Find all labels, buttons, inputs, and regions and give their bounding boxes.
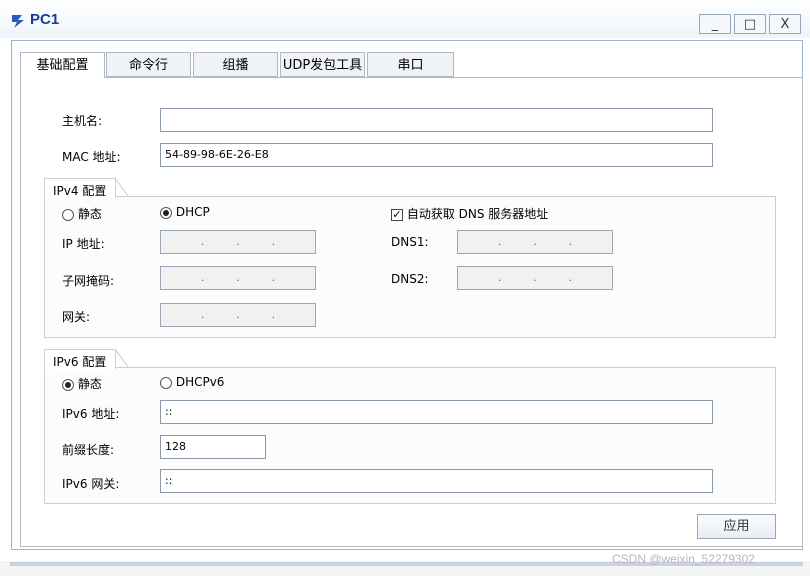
tab-serial-port[interactable]: 串口 [367, 52, 454, 77]
tab-command-line[interactable]: 命令行 [106, 52, 191, 77]
dns1-label: DNS1: [391, 235, 429, 249]
radio-checked-icon [62, 378, 74, 391]
tab-basic-config[interactable]: 基础配置 [20, 52, 105, 78]
auto-dns-label: 自动获取 DNS 服务器地址 [406, 207, 549, 221]
gateway-label: 网关: [62, 310, 91, 324]
dns2-label: DNS2: [391, 272, 429, 286]
ip-dot: . [200, 235, 205, 248]
ip-dot: . [200, 308, 205, 321]
ipv4-static-radio[interactable]: 静态 [62, 205, 102, 222]
ipv6-dhcpv6-radio[interactable]: DHCPv6 [160, 375, 224, 389]
watermark: CSDN @weixin_52279302 [612, 552, 755, 566]
ip-address-input[interactable]: ... [160, 230, 316, 254]
gateway-input[interactable]: ... [160, 303, 316, 327]
mac-address-input[interactable]: 54-89-98-6E-26-E8 [160, 143, 713, 167]
tab-multicast[interactable]: 组播 [193, 52, 278, 77]
ipv6-header-slant [115, 349, 129, 368]
tab-udp-tool[interactable]: UDP发包工具 [280, 52, 365, 77]
ipv6-gateway-label: IPv6 网关: [62, 477, 120, 491]
subnet-mask-input[interactable]: ... [160, 266, 316, 290]
hostname-input[interactable] [160, 108, 713, 132]
ip-dot: . [497, 271, 502, 284]
ipv6-static-label: 静态 [77, 377, 102, 391]
ipv6-address-label: IPv6 地址: [62, 407, 120, 421]
active-tab-joint [21, 76, 104, 78]
ip-dot: . [568, 271, 573, 284]
title-bar: PC1 _ □ X [0, 0, 810, 38]
ipv4-group-title: IPv4 配置 [51, 182, 109, 199]
ipv4-dhcp-label: DHCP [175, 205, 210, 219]
apply-button[interactable]: 应用 [697, 514, 776, 539]
ipv6-static-radio[interactable]: 静态 [62, 375, 102, 392]
ipv6-address-input[interactable]: :: [160, 400, 713, 424]
ipv6-gateway-input[interactable]: :: [160, 469, 713, 493]
dns1-input[interactable]: ... [457, 230, 613, 254]
ip-dot: . [533, 235, 537, 248]
window-title: PC1 [30, 11, 60, 28]
radio-checked-icon [160, 206, 172, 219]
auto-dns-checkbox[interactable]: ✓ 自动获取 DNS 服务器地址 [391, 205, 548, 222]
ip-dot: . [533, 271, 537, 284]
ip-address-label: IP 地址: [62, 237, 105, 251]
checkbox-checked-icon: ✓ [391, 207, 403, 221]
ipv6-group-title: IPv6 配置 [51, 353, 109, 370]
minimize-button[interactable]: _ [699, 14, 731, 34]
ipv4-dhcp-radio[interactable]: DHCP [160, 205, 210, 219]
prefix-length-label: 前缀长度: [62, 443, 115, 457]
dns2-input[interactable]: ... [457, 266, 613, 290]
ip-dot: . [271, 271, 276, 284]
close-button[interactable]: X [769, 14, 801, 34]
radio-unchecked-icon [160, 376, 172, 389]
radio-unchecked-icon [62, 208, 74, 221]
ip-dot: . [236, 235, 240, 248]
prefix-length-input[interactable]: 128 [160, 435, 266, 459]
mac-label: MAC 地址: [62, 150, 121, 164]
app-icon [12, 15, 24, 28]
ip-dot: . [497, 235, 502, 248]
subnet-mask-label: 子网掩码: [62, 274, 115, 288]
ip-dot: . [271, 308, 276, 321]
ip-dot: . [568, 235, 573, 248]
ip-dot: . [200, 271, 205, 284]
ipv4-header-slant [115, 178, 129, 197]
ip-dot: . [236, 308, 240, 321]
maximize-button[interactable]: □ [734, 14, 766, 34]
ipv4-static-label: 静态 [77, 207, 102, 221]
ip-dot: . [271, 235, 276, 248]
hostname-label: 主机名: [62, 114, 103, 128]
ipv6-dhcpv6-label: DHCPv6 [175, 375, 225, 389]
ip-dot: . [236, 271, 240, 284]
